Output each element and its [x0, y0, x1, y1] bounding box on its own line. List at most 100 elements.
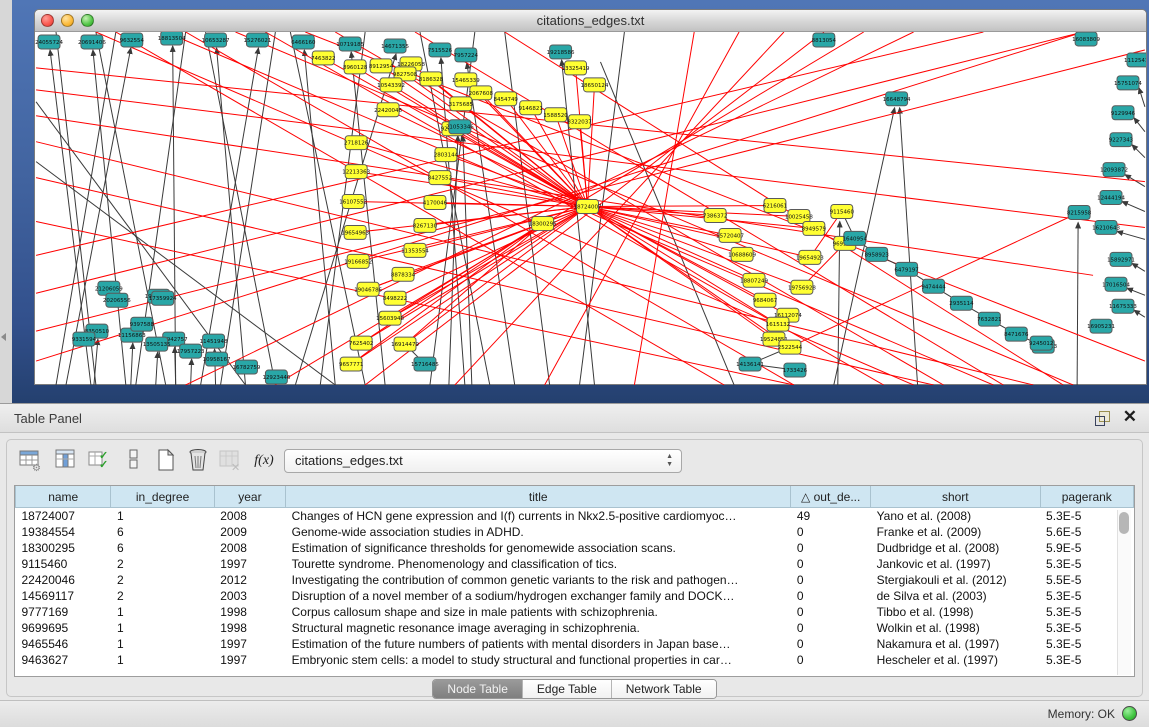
- table-cell[interactable]: Wolkin et al. (1998): [871, 620, 1040, 636]
- network-node[interactable]: 12093872: [1100, 163, 1128, 177]
- network-node[interactable]: 8322037: [567, 115, 592, 129]
- table-cell[interactable]: 1: [111, 652, 214, 668]
- network-node[interactable]: 9684067: [753, 293, 778, 307]
- network-node[interactable]: 18650124: [581, 78, 609, 92]
- network-edge[interactable]: [221, 32, 276, 385]
- table-cell[interactable]: Hescheler et al. (1997): [871, 652, 1040, 668]
- network-edge[interactable]: [588, 207, 802, 288]
- network-node[interactable]: 8813054: [812, 33, 837, 47]
- network-node[interactable]: 10958167: [203, 352, 231, 366]
- network-node[interactable]: 8454749: [494, 92, 519, 106]
- table-cell[interactable]: 2: [111, 556, 214, 572]
- network-node[interactable]: 2803144: [434, 148, 459, 162]
- network-node[interactable]: 16648794: [883, 92, 911, 106]
- network-node[interactable]: 6216061: [763, 199, 787, 213]
- table-cell[interactable]: Investigating the contribution of common…: [286, 572, 791, 588]
- table-cell[interactable]: 9465546: [16, 636, 111, 652]
- network-edge[interactable]: [1132, 263, 1145, 271]
- table-cell[interactable]: Tourette syndrome. Phenomenology and cla…: [286, 556, 791, 572]
- network-node[interactable]: 21053346: [446, 120, 474, 134]
- network-node[interactable]: 13505135: [143, 337, 171, 351]
- network-edge[interactable]: [1139, 88, 1145, 107]
- table-cell[interactable]: Yano et al. (2008): [871, 508, 1040, 525]
- network-edge[interactable]: [1134, 310, 1145, 317]
- table-cell[interactable]: 18724007: [16, 508, 111, 525]
- network-edge[interactable]: [131, 343, 133, 385]
- network-canvas[interactable]: 1872400718300295746382289601288912954182…: [35, 32, 1146, 385]
- network-node[interactable]: 18813504: [158, 32, 186, 45]
- network-edge[interactable]: [1132, 145, 1145, 158]
- network-edge[interactable]: [94, 339, 98, 385]
- table-cell[interactable]: 0: [791, 588, 871, 604]
- network-edge[interactable]: [634, 32, 694, 385]
- network-node[interactable]: 16083809: [1072, 32, 1100, 46]
- network-node[interactable]: 7463822: [311, 51, 335, 65]
- network-node[interactable]: 1640954: [843, 231, 868, 245]
- table-cell[interactable]: 0: [791, 556, 871, 572]
- table-cell[interactable]: 1997: [214, 556, 285, 572]
- network-node[interactable]: 9331594: [72, 332, 97, 346]
- network-node[interactable]: 8958923: [865, 247, 890, 261]
- network-node[interactable]: 16905231: [1087, 319, 1115, 333]
- table-cell[interactable]: Estimation of the future numbers of pati…: [286, 636, 791, 652]
- network-node[interactable]: 8186328: [419, 72, 444, 86]
- column-header-name[interactable]: name: [16, 486, 111, 508]
- network-edge[interactable]: [1117, 231, 1145, 239]
- network-node[interactable]: 15276021: [244, 33, 272, 47]
- table-cell[interactable]: Dudbridge et al. (2008): [871, 540, 1040, 556]
- network-node[interactable]: 8267130: [413, 218, 438, 232]
- network-window[interactable]: citations_edges.txt 18724007183002957463…: [34, 9, 1147, 385]
- table-cell[interactable]: 0: [791, 572, 871, 588]
- table-cell[interactable]: 1998: [214, 620, 285, 636]
- network-node[interactable]: 16107552: [339, 195, 367, 209]
- row-height-icon[interactable]: [121, 448, 147, 474]
- network-node[interactable]: 12444194: [1097, 191, 1125, 205]
- network-edge[interactable]: [191, 359, 192, 385]
- table-cell[interactable]: Nakamura et al. (1997): [871, 636, 1040, 652]
- table-cell[interactable]: 6: [111, 524, 214, 540]
- tab-node-table[interactable]: Node Table: [433, 680, 523, 698]
- network-node[interactable]: 19046786: [354, 282, 382, 296]
- network-node[interactable]: 16782759: [233, 360, 261, 374]
- delete-attribute-icon[interactable]: [185, 448, 211, 474]
- table-row[interactable]: 1830029562008Estimation of significance …: [16, 540, 1134, 556]
- table-cell[interactable]: 18300295: [16, 540, 111, 556]
- network-node[interactable]: 8960128: [343, 60, 368, 74]
- network-edge[interactable]: [588, 206, 775, 207]
- import-columns-icon[interactable]: ✓✓: [87, 448, 113, 474]
- table-row[interactable]: 969969511998Structural magnetic resonanc…: [16, 620, 1134, 636]
- network-edge[interactable]: [588, 207, 778, 325]
- network-edge[interactable]: [1077, 222, 1078, 385]
- table-cell[interactable]: 6: [111, 540, 214, 556]
- table-row[interactable]: 977716911998Corpus callosum shape and si…: [16, 604, 1134, 620]
- network-node[interactable]: 11675333: [1109, 299, 1137, 313]
- network-node[interactable]: 2718126: [344, 136, 369, 150]
- network-edge[interactable]: [1122, 202, 1145, 212]
- table-cell[interactable]: 2009: [214, 524, 285, 540]
- network-node[interactable]: 7625402: [349, 336, 373, 350]
- network-node[interactable]: 14136141: [736, 357, 764, 371]
- memory-status-indicator[interactable]: [1122, 706, 1137, 721]
- network-node[interactable]: 6479197: [894, 262, 919, 276]
- table-cell[interactable]: 2012: [214, 572, 285, 588]
- table-cell[interactable]: 19384554: [16, 524, 111, 540]
- table-cell[interactable]: 2008: [214, 508, 285, 525]
- close-panel-icon[interactable]: ✕: [1123, 407, 1137, 427]
- network-node[interactable]: 10543392: [377, 78, 405, 92]
- column-header-title[interactable]: title: [286, 486, 791, 508]
- network-edge[interactable]: [356, 172, 587, 207]
- table-cell[interactable]: 0: [791, 604, 871, 620]
- table-cell[interactable]: 1: [111, 604, 214, 620]
- table-cell[interactable]: 9115460: [16, 556, 111, 572]
- table-cell[interactable]: Franke et al. (2009): [871, 524, 1040, 540]
- tab-network-table[interactable]: Network Table: [612, 680, 716, 698]
- table-cell[interactable]: 0: [791, 652, 871, 668]
- table-row[interactable]: 911546021997Tourette syndrome. Phenomeno…: [16, 556, 1134, 572]
- table-cell[interactable]: 1: [111, 636, 214, 652]
- table-cell[interactable]: 9777169: [16, 604, 111, 620]
- network-node[interactable]: 8215958: [1067, 206, 1092, 220]
- network-node[interactable]: 18724007: [574, 200, 602, 214]
- table-row[interactable]: 1938455462009Genome-wide association stu…: [16, 524, 1134, 540]
- network-node[interactable]: 17359924: [149, 291, 177, 305]
- network-node[interactable]: 16210643: [1092, 220, 1120, 234]
